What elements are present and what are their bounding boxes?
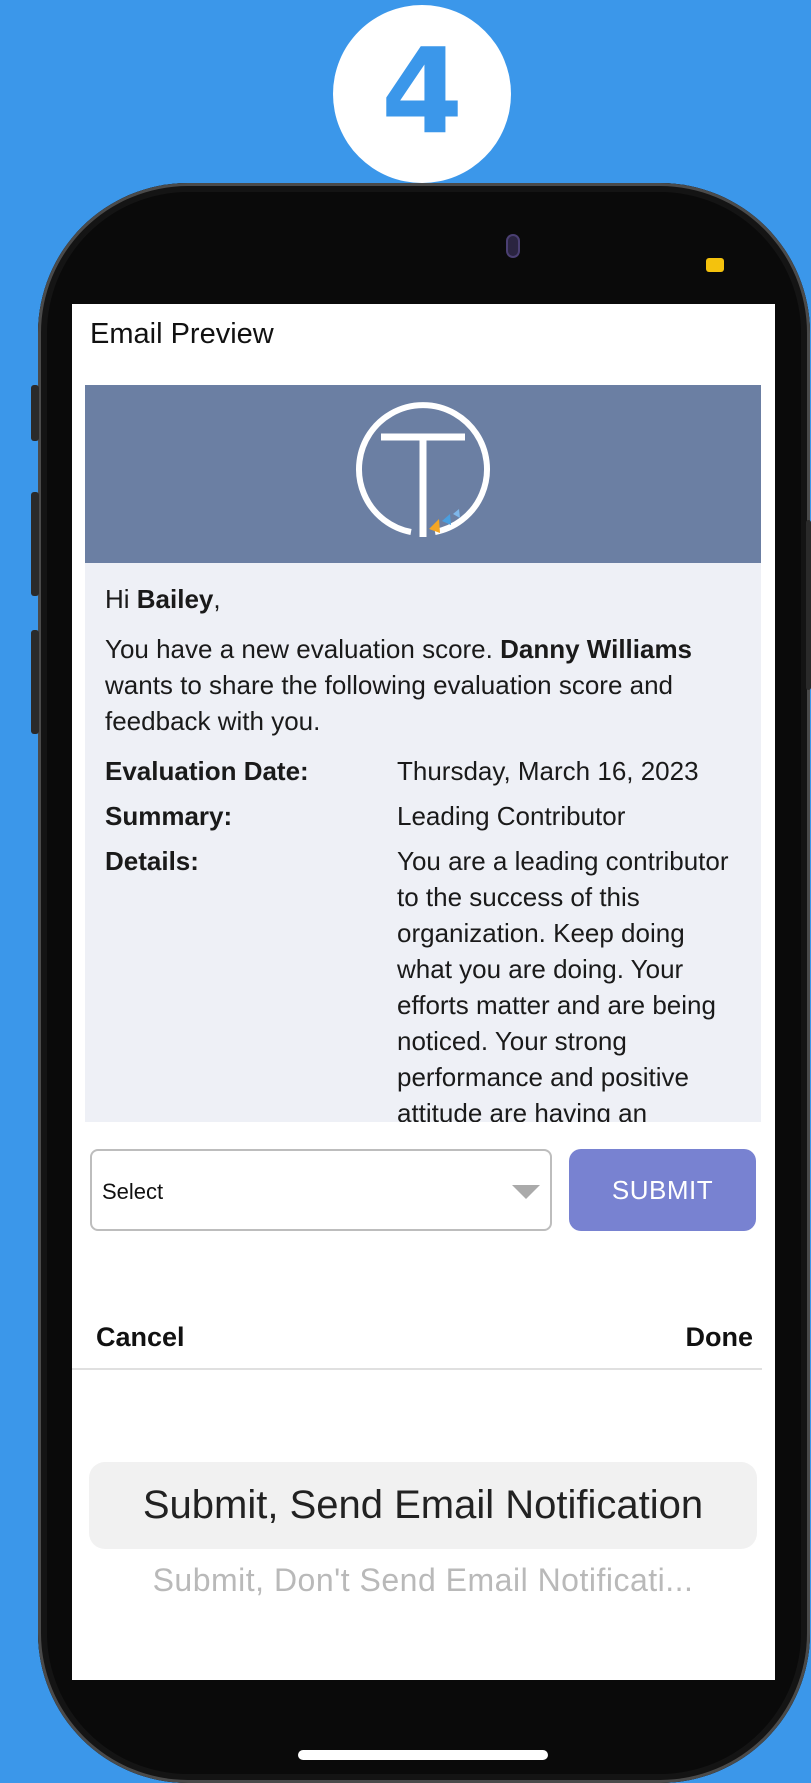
dropdown-arrow-icon — [512, 1185, 540, 1199]
details-row: Details: You are a leading contributor t… — [105, 843, 745, 1122]
summary-label: Summary: — [105, 801, 233, 831]
email-preview-panel[interactable]: Hi Bailey, You have a new evaluation sco… — [85, 385, 761, 1122]
email-greeting: Hi Bailey, — [105, 581, 745, 617]
email-body: Hi Bailey, You have a new evaluation sco… — [105, 581, 745, 1122]
summary-value: Leading Contributor — [397, 801, 626, 831]
status-indicator-dot — [706, 258, 724, 272]
page-title: Email Preview — [90, 318, 274, 350]
evaluation-date-row: Evaluation Date: Thursday, March 16, 202… — [105, 753, 745, 789]
intro-text-end: wants to share the following evaluation … — [105, 670, 674, 736]
greeting-suffix: , — [213, 584, 221, 614]
picker-done-button[interactable]: Done — [686, 1322, 754, 1353]
front-camera — [508, 236, 518, 256]
company-logo — [356, 402, 490, 537]
email-header-banner — [85, 385, 761, 563]
picker-option-selected[interactable]: Submit, Send Email Notification — [89, 1462, 757, 1549]
phone-power-button — [806, 520, 811, 690]
sender-name: Danny Williams — [500, 634, 693, 664]
greeting-prefix: Hi — [105, 584, 137, 614]
recipient-name: Bailey — [136, 584, 214, 614]
notification-option-select[interactable]: Select — [90, 1149, 552, 1231]
phone-volume-up-button — [31, 492, 39, 596]
submit-button[interactable]: SUBMIT — [569, 1149, 756, 1231]
select-value: Select — [102, 1179, 164, 1204]
picker-toolbar-divider — [72, 1368, 762, 1370]
phone-action-button — [31, 385, 39, 441]
picker-cancel-button[interactable]: Cancel — [96, 1322, 185, 1353]
step-number-badge: 4 — [333, 5, 511, 183]
home-indicator[interactable] — [298, 1750, 548, 1760]
evaluation-date-label: Evaluation Date: — [105, 756, 309, 786]
step-number: 4 — [380, 22, 464, 160]
details-label: Details: — [105, 846, 199, 876]
intro-text-start: You have a new evaluation score. — [105, 634, 501, 664]
evaluation-date-value: Thursday, March 16, 2023 — [397, 756, 699, 786]
picker-option[interactable]: Submit, Don't Send Email Notificati... — [89, 1562, 757, 1599]
summary-row: Summary: Leading Contributor — [105, 798, 745, 834]
email-intro: You have a new evaluation score. Danny W… — [105, 631, 745, 739]
phone-volume-down-button — [31, 630, 39, 734]
details-value: You are a leading contributor to the suc… — [397, 846, 729, 1122]
phone-screen: Email Preview Hi Bailey, You have a new … — [72, 304, 775, 1680]
